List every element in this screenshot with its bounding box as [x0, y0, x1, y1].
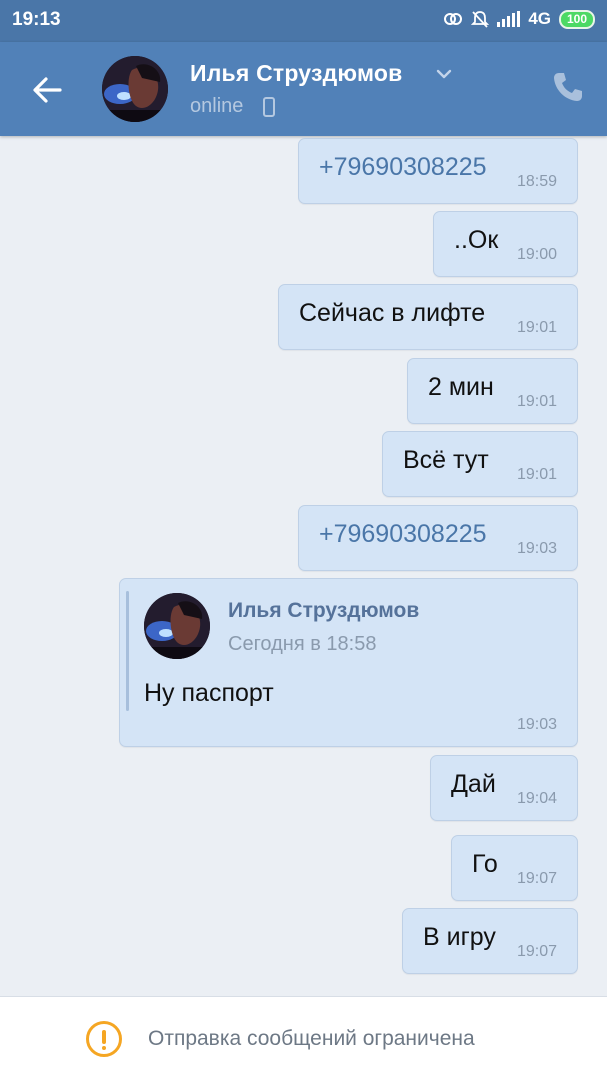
message-time: 19:01	[516, 319, 557, 336]
call-icon[interactable]	[551, 70, 585, 104]
forward-indicator	[126, 591, 129, 711]
message-text[interactable]: +79690308225	[319, 153, 487, 182]
back-arrow-icon[interactable]	[28, 70, 68, 110]
mobile-phone-icon	[263, 97, 275, 117]
message-text: Сейчас в лифте	[299, 299, 486, 327]
message-time: 19:04	[516, 790, 557, 807]
message-text[interactable]: +79690308225	[319, 520, 487, 549]
forwarded-avatar[interactable]	[144, 593, 210, 659]
messaging-restricted-notice: Отправка сообщений ограничена	[148, 1027, 475, 1050]
message-bubble[interactable]: Го 19:07	[451, 835, 578, 901]
chat-header: Илья Струздюмов online	[0, 42, 607, 136]
message-text: Всё тут	[403, 446, 489, 474]
message-text: 2 мин	[428, 373, 494, 401]
message-time: 19:01	[516, 466, 557, 483]
status-bar: 19:13 4G 100	[0, 0, 607, 42]
signal-icon	[497, 11, 521, 27]
forwarded-message-bubble[interactable]: Илья Струздюмов Сегодня в 18:58 Ну паспо…	[119, 578, 578, 747]
chevron-down-icon[interactable]	[434, 64, 454, 84]
status-icons: 4G 100	[443, 9, 595, 29]
warning-icon	[86, 1021, 122, 1057]
message-time: 19:03	[516, 540, 557, 557]
network-type: 4G	[528, 9, 551, 28]
battery-icon: 100	[559, 9, 595, 29]
message-bubble[interactable]: Всё тут 19:01	[382, 431, 578, 497]
message-text: ..Ок	[454, 226, 499, 254]
message-time: 18:59	[516, 173, 557, 190]
message-text: Дай	[451, 770, 496, 798]
message-text: В игру	[423, 923, 496, 951]
message-bubble[interactable]: Дай 19:04	[430, 755, 578, 821]
sync-icon	[444, 13, 463, 25]
chat-title[interactable]: Илья Струздюмов	[190, 60, 402, 87]
message-bubble[interactable]: В игру 19:07	[402, 908, 578, 974]
message-time: 19:07	[516, 870, 557, 887]
message-time: 19:03	[516, 716, 557, 733]
message-bubble[interactable]: 2 мин 19:01	[407, 358, 578, 424]
online-status: online	[190, 95, 244, 117]
message-bubble[interactable]: Сейчас в лифте 19:01	[278, 284, 578, 350]
message-bubble[interactable]: +79690308225 19:03	[298, 505, 578, 571]
avatar[interactable]	[102, 56, 168, 122]
status-time: 19:13	[12, 9, 61, 30]
message-bubble[interactable]: ..Ок 19:00	[433, 211, 578, 277]
message-bubble[interactable]: +79690308225 18:59	[298, 138, 578, 204]
message-time: 19:07	[516, 943, 557, 960]
forwarded-author[interactable]: Илья Струздюмов	[228, 599, 419, 623]
message-time: 19:01	[516, 393, 557, 410]
forwarded-date: Сегодня в 18:58	[228, 633, 377, 655]
forwarded-text: Ну паспорт	[144, 679, 274, 707]
message-text: Го	[472, 850, 498, 878]
message-time: 19:00	[516, 246, 557, 263]
input-area: Отправка сообщений ограничена	[0, 996, 607, 1080]
mute-bell-icon	[471, 11, 490, 28]
